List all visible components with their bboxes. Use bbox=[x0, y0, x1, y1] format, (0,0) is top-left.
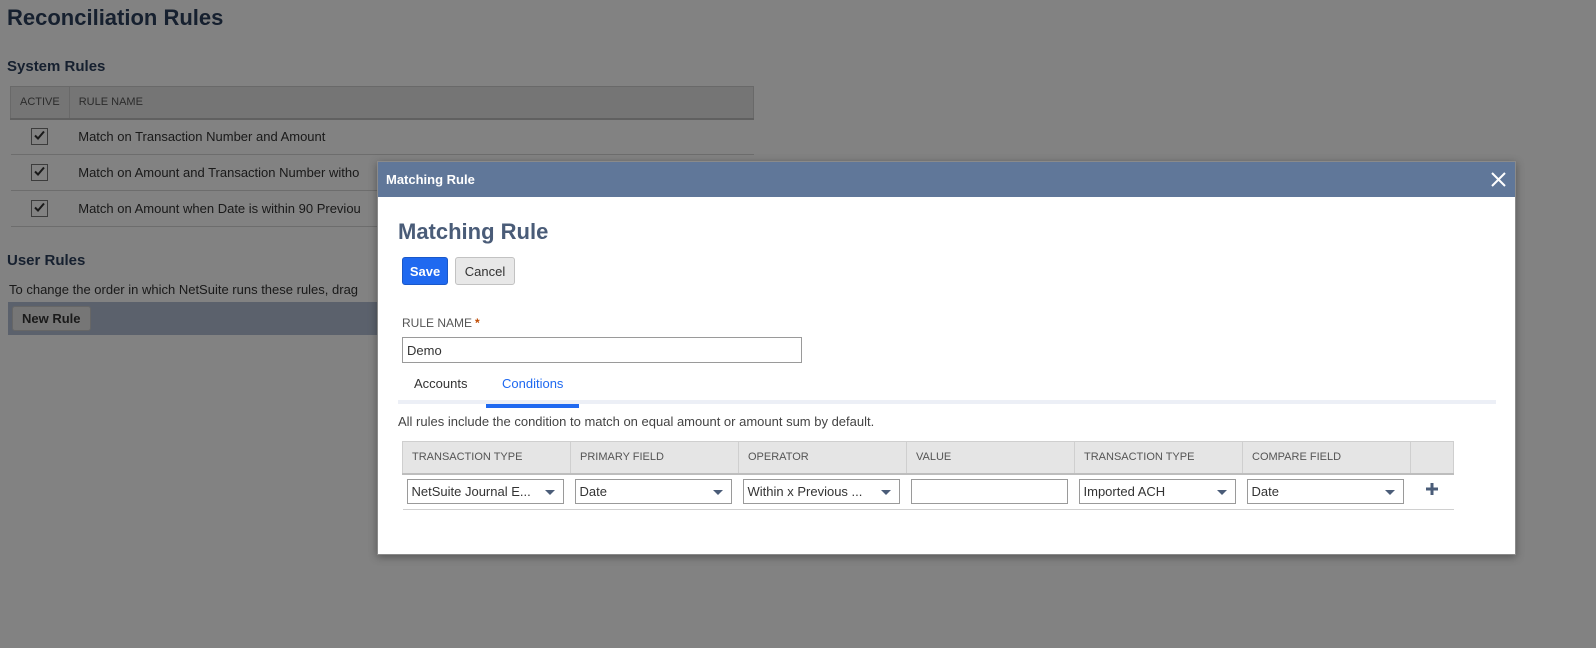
tab-accounts[interactable]: Accounts bbox=[398, 368, 483, 404]
value-input[interactable] bbox=[910, 479, 1068, 505]
matching-rule-modal: Matching Rule Matching Rule Save Cancel … bbox=[377, 161, 1516, 555]
chevron-down-icon bbox=[1384, 490, 1395, 496]
column-header-value: VALUE bbox=[906, 441, 1075, 475]
chevron-down-icon bbox=[1216, 490, 1227, 496]
save-button[interactable]: Save bbox=[402, 257, 448, 285]
cancel-button[interactable]: Cancel bbox=[455, 257, 515, 285]
conditions-note: All rules include the condition to match… bbox=[398, 414, 875, 429]
compare-transaction-type-select[interactable]: Imported ACH bbox=[1078, 479, 1236, 505]
table-row: NetSuite Journal E... Date Within x Prev… bbox=[402, 473, 1454, 510]
rule-name-label-text: RULE NAME bbox=[402, 316, 473, 330]
column-header-compare-transaction-type: TRANSACTION TYPE bbox=[1074, 441, 1243, 475]
close-icon[interactable] bbox=[1490, 171, 1507, 188]
tab-conditions[interactable]: Conditions bbox=[486, 368, 580, 408]
add-condition-icon[interactable] bbox=[1425, 482, 1439, 496]
primary-field-select[interactable]: Date bbox=[574, 479, 732, 505]
chevron-down-icon bbox=[712, 490, 723, 496]
chevron-down-icon bbox=[544, 490, 555, 496]
compare-transaction-type-value: Imported ACH bbox=[1083, 484, 1166, 500]
compare-field-value: Date bbox=[1251, 484, 1279, 500]
modal-title: Matching Rule bbox=[398, 219, 549, 244]
column-header-compare-field: COMPARE FIELD bbox=[1242, 441, 1411, 475]
rule-name-label: RULE NAME * bbox=[402, 316, 480, 330]
column-header-transaction-type: TRANSACTION TYPE bbox=[402, 441, 571, 475]
operator-value: Within x Previous ... bbox=[747, 484, 863, 500]
conditions-table: TRANSACTION TYPE PRIMARY FIELD OPERATOR … bbox=[402, 441, 1454, 510]
required-mark: * bbox=[475, 316, 480, 330]
modal-header: Matching Rule bbox=[378, 162, 1515, 197]
transaction-type-value: NetSuite Journal E... bbox=[411, 484, 531, 500]
primary-field-value: Date bbox=[579, 484, 607, 500]
rule-tabs: Accounts Conditions bbox=[398, 368, 1496, 408]
operator-select[interactable]: Within x Previous ... bbox=[742, 479, 900, 505]
column-header-actions bbox=[1410, 441, 1454, 475]
compare-field-select[interactable]: Date bbox=[1246, 479, 1404, 505]
column-header-operator: OPERATOR bbox=[738, 441, 907, 475]
transaction-type-select[interactable]: NetSuite Journal E... bbox=[406, 479, 564, 505]
chevron-down-icon bbox=[880, 490, 891, 496]
modal-header-title: Matching Rule bbox=[386, 172, 475, 187]
rule-name-input[interactable] bbox=[402, 337, 802, 363]
column-header-primary-field: PRIMARY FIELD bbox=[570, 441, 739, 475]
